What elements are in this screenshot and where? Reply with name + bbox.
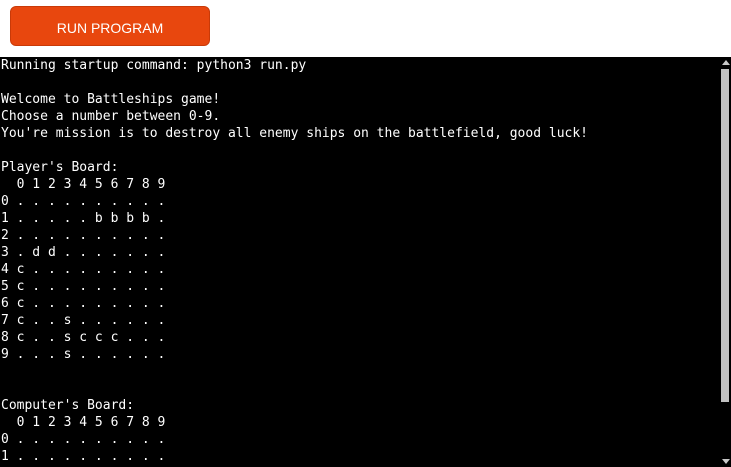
terminal-line: You're mission is to destroy all enemy s… xyxy=(1,126,588,141)
terminal-line: 8 c . . s c c c . . . xyxy=(1,330,166,345)
scroll-down-arrow-icon[interactable] xyxy=(722,459,730,464)
terminal-output: Running startup command: python3 run.py W… xyxy=(1,57,719,467)
terminal-line: 0 . . . . . . . . . . xyxy=(1,194,166,209)
terminal-line: 6 c . . . . . . . . . xyxy=(1,296,166,311)
terminal[interactable]: Running startup command: python3 run.py W… xyxy=(0,57,731,467)
terminal-line: Welcome to Battleships game! xyxy=(1,92,221,107)
terminal-line: 3 . d d . . . . . . . xyxy=(1,245,166,260)
run-program-button[interactable]: RUN PROGRAM xyxy=(10,6,210,46)
terminal-line: Player's Board: xyxy=(1,160,119,175)
terminal-line: 0 1 2 3 4 5 6 7 8 9 xyxy=(1,177,166,192)
terminal-line: 1 . . . . . . . . . . xyxy=(1,449,166,464)
terminal-line: Computer's Board: xyxy=(1,398,135,413)
terminal-line: 0 1 2 3 4 5 6 7 8 9 xyxy=(1,415,166,430)
terminal-scrollbar[interactable] xyxy=(719,57,731,467)
terminal-line: 7 c . . s . . . . . . xyxy=(1,313,166,328)
terminal-line: 9 . . . s . . . . . . xyxy=(1,347,166,362)
terminal-line: 2 . . . . . . . . . . xyxy=(1,228,166,243)
terminal-line: 0 . . . . . . . . . . xyxy=(1,432,166,447)
terminal-line: 4 c . . . . . . . . . xyxy=(1,262,166,277)
terminal-line: Running startup command: python3 run.py xyxy=(1,58,307,73)
terminal-line: Choose a number between 0-9. xyxy=(1,109,221,124)
scroll-thumb[interactable] xyxy=(721,69,729,402)
scroll-up-arrow-icon[interactable] xyxy=(722,60,730,65)
terminal-line: 5 c . . . . . . . . . xyxy=(1,279,166,294)
page: RUN PROGRAM Running startup command: pyt… xyxy=(0,0,731,467)
terminal-line: 1 . . . . . b b b b . xyxy=(1,211,166,226)
